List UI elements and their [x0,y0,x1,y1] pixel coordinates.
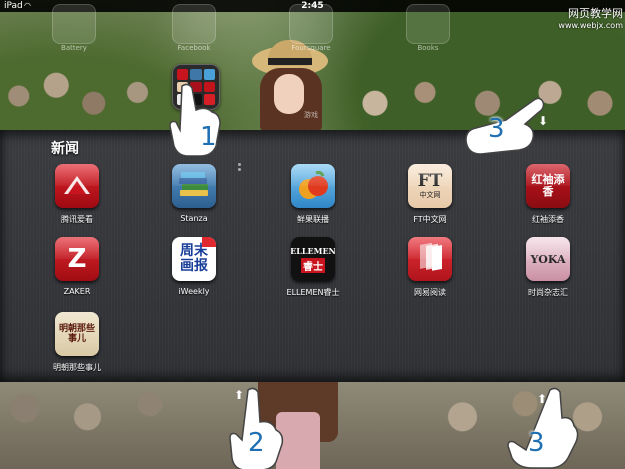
up-arrow-icon: ⬆ [537,392,548,406]
app-label: 时尚杂志汇 [528,288,568,297]
ipad-home-screen: iPad ◠ 2:45 网页教学网 www.webjx.com Battery … [0,0,625,469]
fruit-icon [291,164,335,208]
app-label: 网易阅读 [414,288,446,297]
ellemen-icon: ELLEMEN 睿士 [291,237,335,281]
app-ming-dynasty[interactable]: 明朝那些事儿 明朝那些事儿 [32,312,122,373]
folder-panel: 新闻 腾讯爱看 Stanza 鲜果联播 中文网 FT中文网 香 红袖添香 Z Z… [0,130,625,382]
app-netease-reader[interactable]: 网易阅读 [385,237,475,298]
app-label: 腾讯爱看 [61,215,93,224]
app-ellemen[interactable]: ELLEMEN 睿士 ELLEMEN睿士 [268,237,358,298]
app-stanza[interactable]: Stanza [149,164,239,223]
netease-reader-icon [408,237,452,281]
ft-logo-icon: FT 中文网 [408,164,452,208]
up-arrow-icon: ⬇ [538,114,549,128]
ghost-app-books[interactable]: Books [402,4,454,52]
ghost-app-foursquare[interactable]: Foursquare [285,4,337,52]
step-3-bottom-number: 3 [528,428,545,458]
step-2-number: 2 [248,428,265,458]
app-label: ZAKER [63,287,91,296]
books-stack-icon [172,164,216,208]
app-yoka[interactable]: YOKA 时尚杂志汇 [503,237,593,298]
app-tencent-aikan[interactable]: 腾讯爱看 [32,164,122,225]
iweekly-icon: 周末画报 [172,237,216,281]
calligraphy-icon: 红袖添香 [526,164,570,208]
app-label: iWeekly [178,287,210,296]
zaker-z-icon: Z [55,237,99,281]
app-xianguo[interactable]: 鲜果联播 [268,164,358,225]
app-ft-chinese[interactable]: FT 中文网 FT中文网 [385,164,475,225]
ghost-app-facebook[interactable]: Facebook [168,4,220,52]
ghost-app-games[interactable]: 游戏 [285,70,337,120]
app-label: FT中文网 [413,215,447,224]
step-3-top-number: 3 [488,114,505,144]
up-arrow-icon: ⬆ [234,388,245,402]
swipe-hand-icon [465,97,545,154]
yoka-icon: YOKA [526,237,570,281]
watermark-site: www.webjx.com [558,21,623,30]
ghost-app-battery[interactable]: Battery [48,4,100,52]
app-label: 红袖添香 [532,215,564,224]
app-label: Stanza [180,214,208,223]
folder-title[interactable]: 新闻 [51,138,79,158]
book-red-icon [55,164,99,208]
watermark: 网页教学网 www.webjx.com [558,8,623,32]
ming-book-icon: 明朝那些事儿 [55,312,99,356]
app-label: 明朝那些事儿 [53,363,101,372]
app-label: 鲜果联播 [297,215,329,224]
app-zaker[interactable]: Z ZAKER [32,237,122,296]
step-1-number: 1 [200,122,217,152]
app-iweekly[interactable]: 周末画报 iWeekly [149,237,239,296]
watermark-title: 网页教学网 [568,7,623,20]
app-hongxiu[interactable]: 红袖添香 红袖添香 [503,164,593,225]
app-label: ELLEMEN睿士 [286,288,340,297]
